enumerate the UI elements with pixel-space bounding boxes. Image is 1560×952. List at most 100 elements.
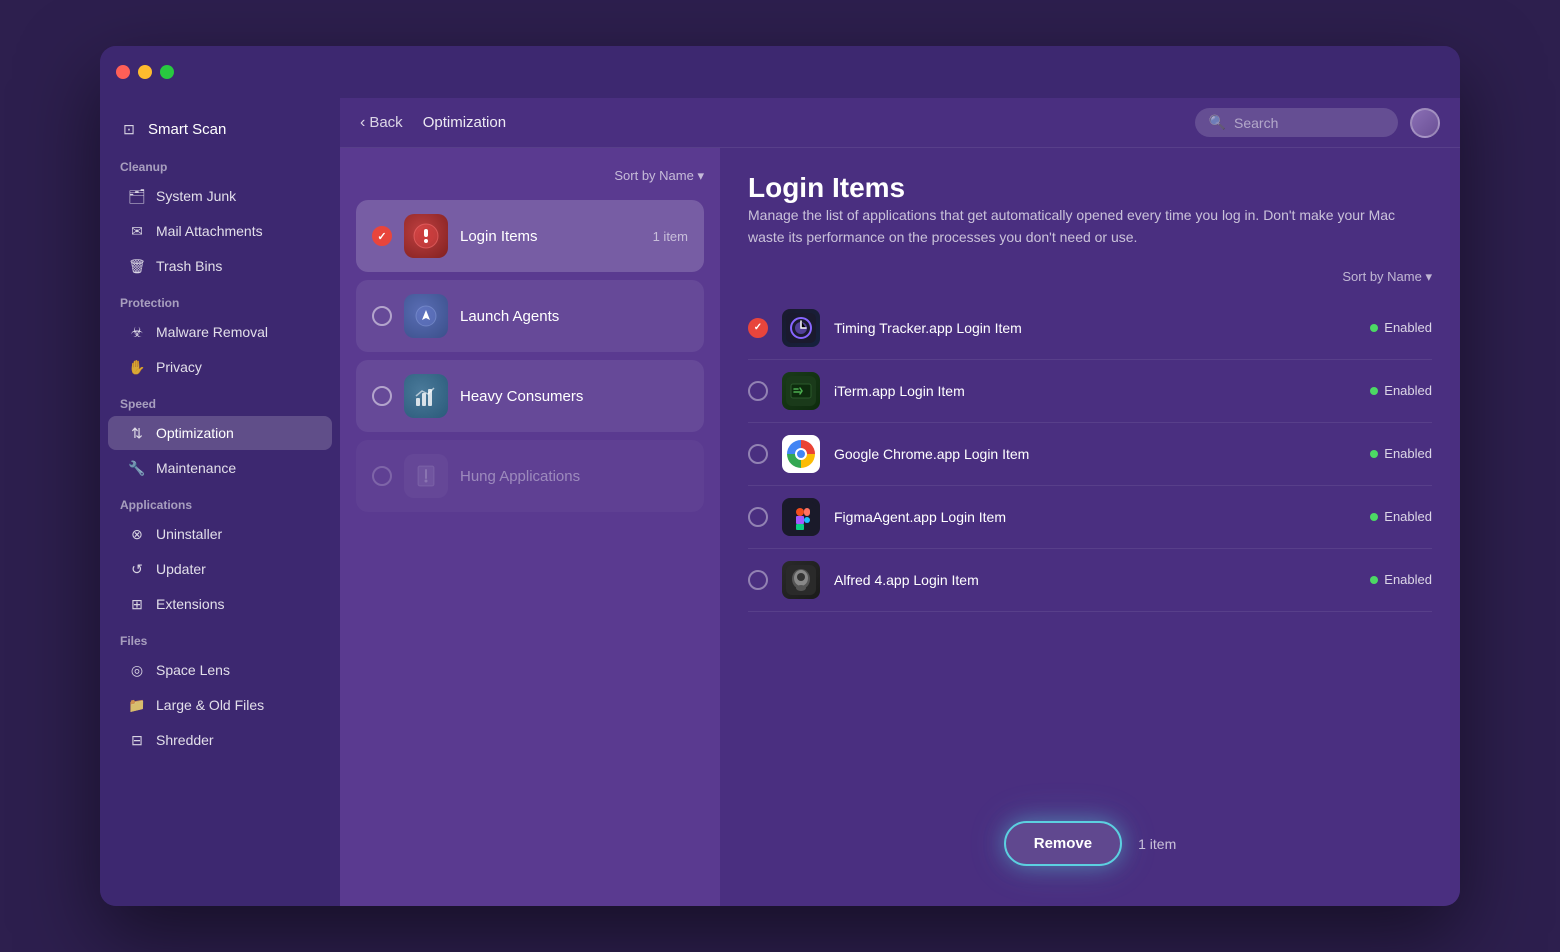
sidebar-label-large-files: Large & Old Files xyxy=(156,697,264,713)
login-items-label-group: Login Items xyxy=(460,228,641,245)
system-junk-icon: 🗂 xyxy=(128,187,146,205)
launch-agents-radio[interactable] xyxy=(372,306,392,326)
mail-icon: ✉ xyxy=(128,222,146,240)
content-area: Sort by Name ▾ xyxy=(340,148,1460,906)
sidebar-label-updater: Updater xyxy=(156,561,206,577)
login-item-chrome: Google Chrome.app Login Item Enabled xyxy=(748,423,1432,486)
list-item-heavy-consumers[interactable]: Heavy Consumers xyxy=(356,360,704,432)
figma-app-name: FigmaAgent.app Login Item xyxy=(834,509,1356,525)
search-input[interactable] xyxy=(1234,115,1384,131)
alfred-status-label: Enabled xyxy=(1384,572,1432,587)
login-items-label: Login Items xyxy=(460,228,641,245)
login-item-timing: Timing Tracker.app Login Item Enabled xyxy=(748,297,1432,360)
hung-apps-label: Hung Applications xyxy=(460,468,688,485)
extensions-icon: ⊞ xyxy=(128,595,146,613)
maximize-button[interactable] xyxy=(160,65,174,79)
figma-status-dot xyxy=(1370,513,1378,521)
sidebar-item-trash-bins[interactable]: 🗑 Trash Bins xyxy=(108,249,332,283)
sliders-icon: ⇅ xyxy=(128,424,146,442)
iterm-app-name: iTerm.app Login Item xyxy=(834,383,1356,399)
timing-app-name: Timing Tracker.app Login Item xyxy=(834,320,1356,336)
back-label: Back xyxy=(369,114,402,131)
list-item-launch-agents[interactable]: Launch Agents xyxy=(356,280,704,352)
figma-status-label: Enabled xyxy=(1384,509,1432,524)
sidebar-item-system-junk[interactable]: 🗂 System Junk xyxy=(108,179,332,213)
alfred-status-dot xyxy=(1370,576,1378,584)
sidebar-section-cleanup: Cleanup xyxy=(100,148,340,178)
bug-icon: ☣ xyxy=(128,323,146,341)
chrome-radio[interactable] xyxy=(748,444,768,464)
sidebar-label-shredder: Shredder xyxy=(156,732,214,748)
sidebar-item-maintenance[interactable]: 🔧 Maintenance xyxy=(108,451,332,485)
figma-app-icon xyxy=(782,498,820,536)
chrome-status: Enabled xyxy=(1370,446,1432,461)
title-bar xyxy=(100,46,1460,98)
sidebar-label-malware: Malware Removal xyxy=(156,324,268,340)
chrome-status-dot xyxy=(1370,450,1378,458)
timing-app-icon xyxy=(782,309,820,347)
sidebar-label-privacy: Privacy xyxy=(156,359,202,375)
monitor-icon: ⊡ xyxy=(120,120,138,138)
alfred-app-name: Alfred 4.app Login Item xyxy=(834,572,1356,588)
search-bar[interactable]: 🔍 xyxy=(1195,108,1398,137)
sidebar-item-space-lens[interactable]: ◎ Space Lens xyxy=(108,653,332,687)
main-window: ⊡ Smart Scan Cleanup 🗂 System Junk ✉ Mai… xyxy=(100,46,1460,906)
wrench-icon: 🔧 xyxy=(128,459,146,477)
launch-agents-label-group: Launch Agents xyxy=(460,308,688,325)
shredder-icon: ⊟ xyxy=(128,731,146,749)
hung-apps-radio[interactable] xyxy=(372,466,392,486)
uninstall-icon: ⊗ xyxy=(128,525,146,543)
list-item-login-items[interactable]: Login Items 1 item xyxy=(356,200,704,272)
sidebar-section-applications: Applications xyxy=(100,486,340,516)
login-item-iterm: iTerm.app Login Item Enabled xyxy=(748,360,1432,423)
figma-radio[interactable] xyxy=(748,507,768,527)
close-button[interactable] xyxy=(116,65,130,79)
sidebar-item-smart-scan[interactable]: ⊡ Smart Scan xyxy=(100,110,340,148)
page-title: Optimization xyxy=(423,114,1195,131)
login-items-radio[interactable] xyxy=(372,226,392,246)
heavy-consumers-radio[interactable] xyxy=(372,386,392,406)
traffic-lights xyxy=(116,65,174,79)
back-button[interactable]: ‹ Back xyxy=(360,114,403,132)
sidebar-item-large-old-files[interactable]: 📁 Large & Old Files xyxy=(108,688,332,722)
bottom-bar: Remove 1 item xyxy=(748,781,1432,882)
sidebar-item-privacy[interactable]: ✋ Privacy xyxy=(108,350,332,384)
alfred-status: Enabled xyxy=(1370,572,1432,587)
alfred-radio[interactable] xyxy=(748,570,768,590)
hung-apps-label-group: Hung Applications xyxy=(460,468,688,485)
sidebar-item-optimization[interactable]: ⇅ Optimization xyxy=(108,416,332,450)
launch-agents-icon xyxy=(404,294,448,338)
sidebar-section-protection: Protection xyxy=(100,284,340,314)
detail-sort-by-name[interactable]: Sort by Name ▾ xyxy=(1342,269,1432,285)
chrome-status-label: Enabled xyxy=(1384,446,1432,461)
iterm-status: Enabled xyxy=(1370,383,1432,398)
remove-item-count: 1 item xyxy=(1138,836,1176,852)
detail-sort-bar: Sort by Name ▾ xyxy=(748,269,1432,285)
sidebar-item-mail-attachments[interactable]: ✉ Mail Attachments xyxy=(108,214,332,248)
list-item-hung-applications[interactable]: Hung Applications xyxy=(356,440,704,512)
iterm-radio[interactable] xyxy=(748,381,768,401)
heavy-consumers-label-group: Heavy Consumers xyxy=(460,388,688,405)
alfred-app-icon xyxy=(782,561,820,599)
figma-status: Enabled xyxy=(1370,509,1432,524)
sort-by-name[interactable]: Sort by Name ▾ xyxy=(614,168,704,184)
sidebar-section-speed: Speed xyxy=(100,385,340,415)
iterm-status-dot xyxy=(1370,387,1378,395)
search-icon: 🔍 xyxy=(1209,114,1226,131)
files-icon: 📁 xyxy=(128,696,146,714)
timing-status-dot xyxy=(1370,324,1378,332)
smart-scan-label: Smart Scan xyxy=(148,121,226,138)
sidebar-item-uninstaller[interactable]: ⊗ Uninstaller xyxy=(108,517,332,551)
timing-radio[interactable] xyxy=(748,318,768,338)
sidebar-item-extensions[interactable]: ⊞ Extensions xyxy=(108,587,332,621)
sidebar-item-malware-removal[interactable]: ☣ Malware Removal xyxy=(108,315,332,349)
sidebar-item-shredder[interactable]: ⊟ Shredder xyxy=(108,723,332,757)
user-avatar[interactable] xyxy=(1410,108,1440,138)
sidebar-label-mail: Mail Attachments xyxy=(156,223,263,239)
sidebar-label-uninstaller: Uninstaller xyxy=(156,526,222,542)
remove-button[interactable]: Remove xyxy=(1004,821,1122,866)
sidebar-item-updater[interactable]: ↺ Updater xyxy=(108,552,332,586)
sidebar-label-space-lens: Space Lens xyxy=(156,662,230,678)
detail-description: Manage the list of applications that get… xyxy=(748,204,1432,249)
minimize-button[interactable] xyxy=(138,65,152,79)
